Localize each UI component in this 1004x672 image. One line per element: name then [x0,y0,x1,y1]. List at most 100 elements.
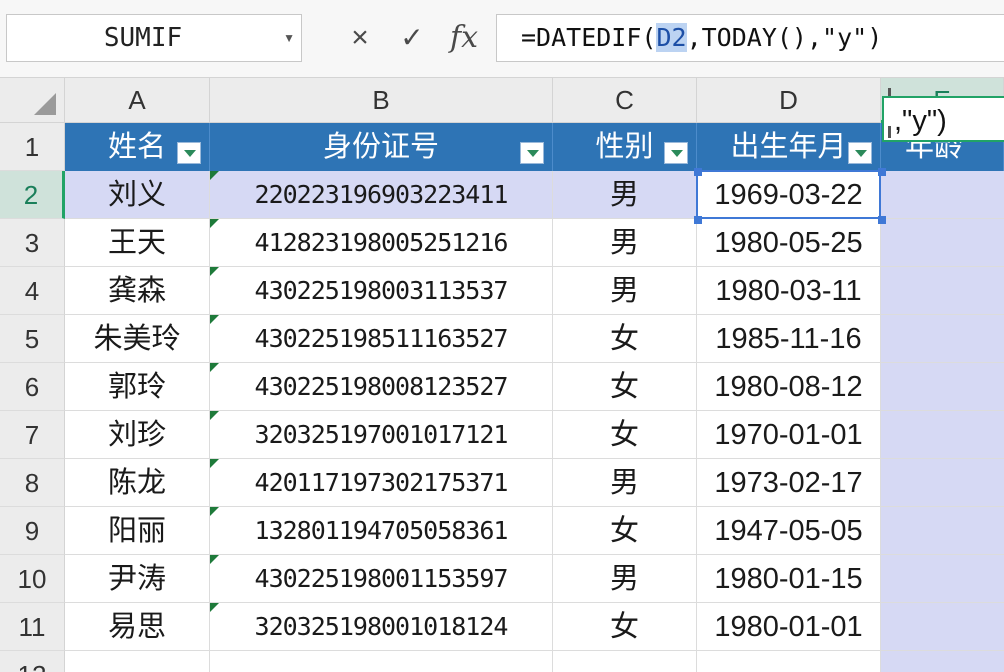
text-number-warning-icon [210,219,219,228]
gender-cell[interactable]: 男 [553,219,697,267]
formula-bar: SUMIF ▼ × ✓ fx =DATEDIF(D2,TODAY(),"y") [0,0,1004,78]
formula-prefix: =DATEDIF( [521,23,657,52]
birth-date-cell[interactable]: 1980-03-11 [697,267,881,315]
text-number-warning-icon [210,315,219,324]
age-cell[interactable] [881,411,1004,459]
text-number-warning-icon [210,603,219,612]
age-cell[interactable] [881,363,1004,411]
gender-cell[interactable]: 男 [553,459,697,507]
name-cell[interactable]: 尹涛 [65,555,210,603]
check-icon[interactable]: ✓ [392,14,432,62]
gender-cell[interactable]: 女 [553,507,697,555]
birth-date-cell[interactable]: 1980-05-25 [697,219,881,267]
gender-cell[interactable]: 女 [553,363,697,411]
header-birth-date-cell[interactable]: 出生年月 [697,123,881,171]
filter-dropdown-button[interactable] [848,142,872,164]
row-header-10[interactable]: 10 [0,555,65,603]
row-header-2[interactable]: 2 [0,171,65,219]
birth-date-cell[interactable]: 1980-01-15 [697,555,881,603]
age-cell[interactable] [881,315,1004,363]
formula-input[interactable]: =DATEDIF(D2,TODAY(),"y") [496,14,1004,62]
birth-date-cell[interactable]: 1980-08-12 [697,363,881,411]
birth-date-cell[interactable]: 1947-05-05 [697,507,881,555]
age-cell[interactable] [881,555,1004,603]
name-cell[interactable]: 刘义 [65,171,210,219]
empty-cell[interactable] [553,651,697,672]
row-header-5[interactable]: 5 [0,315,65,363]
name-cell[interactable]: 陈龙 [65,459,210,507]
age-cell[interactable] [881,267,1004,315]
name-box-value: SUMIF [103,23,183,53]
name-cell[interactable]: 龚森 [65,267,210,315]
row-header-1[interactable]: 1 [0,123,65,171]
id-number-cell[interactable]: 430225198003113537 [210,267,553,315]
id-number-cell[interactable]: 220223196903223411 [210,171,553,219]
text-number-warning-icon [210,507,219,516]
gender-cell[interactable]: 女 [553,603,697,651]
row-header-6[interactable]: 6 [0,363,65,411]
filter-dropdown-button[interactable] [520,142,544,164]
id-number-cell[interactable]: 430225198001153597 [210,555,553,603]
text-number-warning-icon [210,411,219,420]
id-number-cell[interactable]: 430225198008123527 [210,363,553,411]
age-cell[interactable] [881,603,1004,651]
birth-date-cell[interactable]: 1970-01-01 [697,411,881,459]
id-number-cell[interactable]: 420117197302175371 [210,459,553,507]
header-gender-cell[interactable]: 性别 [553,123,697,171]
header-name-cell[interactable]: 姓名 [65,123,210,171]
row-header-3[interactable]: 3 [0,219,65,267]
name-cell[interactable]: 易思 [65,603,210,651]
column-header-a[interactable]: A [65,78,210,123]
empty-cell[interactable] [65,651,210,672]
cell-editor[interactable]: ,"y") [882,96,1004,142]
fx-icon[interactable]: fx [444,14,484,62]
filter-dropdown-button[interactable] [177,142,201,164]
id-number-cell[interactable]: 320325197001017121 [210,411,553,459]
empty-cell[interactable] [210,651,553,672]
gender-cell[interactable]: 女 [553,411,697,459]
row-header-8[interactable]: 8 [0,459,65,507]
row-header-7[interactable]: 7 [0,411,65,459]
spreadsheet-grid[interactable]: ABCDE1姓名身份证号性别出生年月年龄2刘义22022319690322341… [0,78,1004,672]
gender-cell[interactable]: 女 [553,315,697,363]
name-cell[interactable]: 王天 [65,219,210,267]
birth-date-cell[interactable]: 1985-11-16 [697,315,881,363]
name-cell[interactable]: 郭玲 [65,363,210,411]
name-cell[interactable]: 刘珍 [65,411,210,459]
gender-cell[interactable]: 男 [553,171,697,219]
age-cell[interactable] [881,219,1004,267]
row-header-12[interactable]: 12 [0,651,65,672]
select-all-corner[interactable] [0,78,65,123]
name-cell[interactable]: 朱美玲 [65,315,210,363]
text-number-warning-icon [210,555,219,564]
birth-date-cell[interactable]: 1980-01-01 [697,603,881,651]
id-number-cell[interactable]: 320325198001018124 [210,603,553,651]
cancel-icon[interactable]: × [340,14,380,62]
column-header-d[interactable]: D [697,78,881,123]
chevron-down-icon[interactable]: ▼ [283,15,295,61]
empty-cell[interactable] [881,651,1004,672]
gender-cell[interactable]: 男 [553,267,697,315]
name-box[interactable]: SUMIF ▼ [6,14,302,62]
row-header-9[interactable]: 9 [0,507,65,555]
birth-date-cell[interactable]: 1969-03-22 [697,171,881,219]
header-id-number-label: 身份证号 [322,131,439,163]
name-cell[interactable]: 阳丽 [65,507,210,555]
id-number-cell[interactable]: 412823198005251216 [210,219,553,267]
age-cell[interactable] [881,507,1004,555]
empty-cell[interactable] [697,651,881,672]
row-header-4[interactable]: 4 [0,267,65,315]
select-all-triangle-icon [34,93,56,115]
id-number-cell[interactable]: 132801194705058361 [210,507,553,555]
gender-cell[interactable]: 男 [553,555,697,603]
column-header-c[interactable]: C [553,78,697,123]
age-cell[interactable] [881,171,1004,219]
birth-date-cell[interactable]: 1973-02-17 [697,459,881,507]
age-cell[interactable] [881,459,1004,507]
filter-dropdown-button[interactable] [664,142,688,164]
header-id-number-cell[interactable]: 身份证号 [210,123,553,171]
column-header-b[interactable]: B [210,78,553,123]
id-number-cell[interactable]: 430225198511163527 [210,315,553,363]
edit-caret-bottom [888,126,891,138]
row-header-11[interactable]: 11 [0,603,65,651]
